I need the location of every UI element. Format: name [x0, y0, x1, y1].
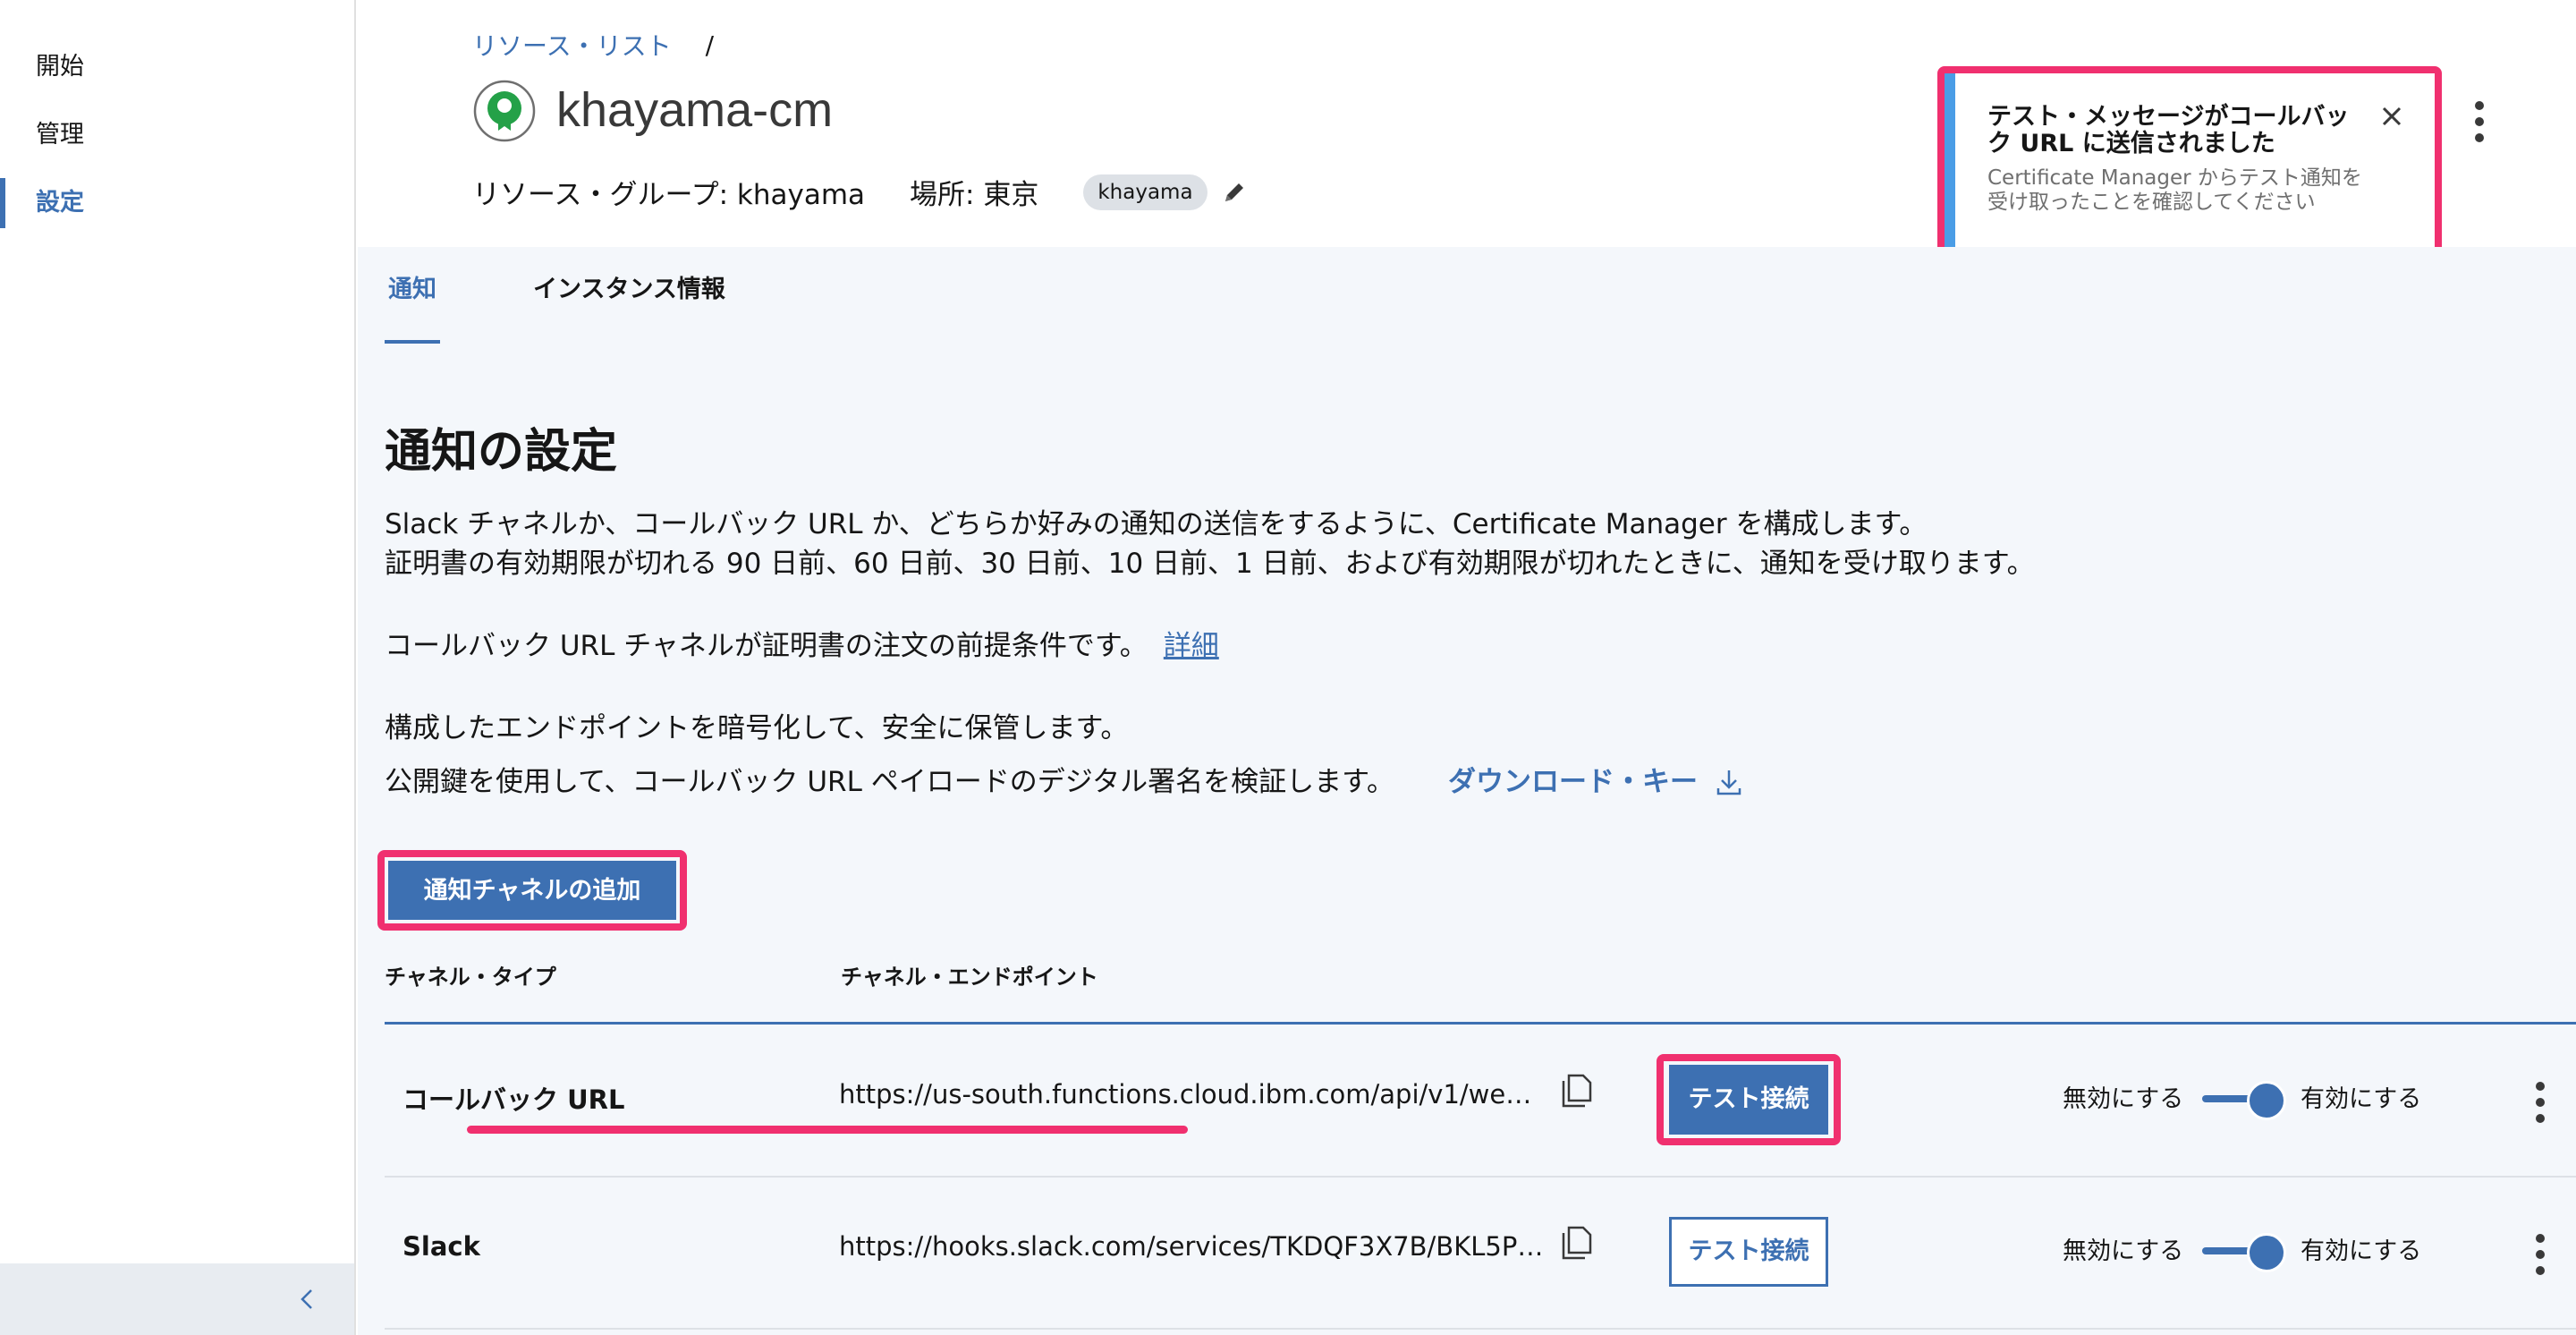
table-header-rule	[385, 1022, 2576, 1025]
callback-prerequisite-text: コールバック URL チャネルが証明書の注文の前提条件です。 詳細	[385, 626, 1219, 666]
details-link[interactable]: 詳細	[1164, 630, 1219, 662]
toast-subtitle: Certificate Manager からテスト通知を受け取ったことを確認して…	[1987, 166, 2362, 214]
section-heading: 通知の設定	[385, 425, 618, 479]
column-header-type: チャネル・タイプ	[385, 965, 556, 990]
table-row-callback: コールバック URL https://us-south.functions.cl…	[385, 1025, 2576, 1178]
tab-bar: 通知 インスタンス情報	[385, 263, 818, 344]
resource-meta: リソース・グループ: khayama 場所: 東京 khayama	[472, 172, 1249, 212]
download-icon	[1716, 770, 1741, 795]
test-connection-button[interactable]: テスト接続	[1669, 1065, 1828, 1135]
enable-label: 有効にする	[2301, 1237, 2422, 1265]
encryption-text: 構成したエンドポイントを暗号化して、安全に保管します。	[385, 712, 1129, 744]
location-label: 場所: 東京	[910, 179, 1039, 211]
channel-type: Slack	[402, 1231, 480, 1262]
public-key-label: 公開鍵を使用して、コールバック URL ペイロードのデジタル署名を検証します。	[385, 766, 1395, 798]
toast-title: テスト・メッセージがコールバック URL に送信されました	[1987, 103, 2350, 157]
public-key-text: 公開鍵を使用して、コールバック URL ペイロードのデジタル署名を検証します。 ダ…	[385, 762, 1744, 802]
tab-instance-info[interactable]: インスタンス情報	[530, 263, 729, 344]
enable-label: 有効にする	[2301, 1085, 2422, 1113]
breadcrumb-resource-list-link[interactable]: リソース・リスト	[472, 27, 672, 63]
enable-toggle[interactable]	[2202, 1233, 2286, 1272]
sidebar-collapse-bar	[0, 1263, 354, 1335]
callback-prerequisite-label: コールバック URL チャネルが証明書の注文の前提条件です。	[385, 630, 1148, 662]
download-key-label: ダウンロード・キー	[1448, 766, 1699, 798]
endpoint-highlight-underline	[467, 1126, 1188, 1134]
description-line-2: 証明書の有効期限が切れる 90 日前、60 日前、30 日前、10 日前、1 日…	[385, 548, 2035, 580]
description-line-1: Slack チャネルか、コールバック URL か、どちらか好みの通知の送信をする…	[385, 508, 1928, 540]
row-overflow-menu-icon[interactable]	[2522, 1229, 2558, 1280]
copy-icon[interactable]	[1560, 1224, 1597, 1262]
chevron-left-icon[interactable]	[293, 1285, 322, 1314]
sidebar-item-start[interactable]: 開始	[0, 42, 354, 92]
add-notification-channel-button[interactable]: 通知チャネルの追加	[388, 861, 676, 920]
breadcrumb-separator: /	[705, 30, 715, 60]
page-title: khayama-cm	[556, 83, 834, 137]
sidebar-item-settings[interactable]: 設定	[0, 178, 354, 228]
toggle-knob	[2247, 1233, 2286, 1272]
test-connection-button[interactable]: テスト接続	[1669, 1217, 1828, 1287]
breadcrumb: リソース・リスト /	[472, 27, 714, 63]
sidebar-item-manage[interactable]: 管理	[0, 110, 354, 160]
overflow-menu-icon[interactable]	[2462, 97, 2497, 147]
channel-type: コールバック URL	[402, 1084, 625, 1115]
toast-notification: テスト・メッセージがコールバック URL に送信されました Certificat…	[1945, 73, 2435, 252]
channel-endpoint: https://hooks.slack.com/services/TKDQF3X…	[839, 1231, 1546, 1262]
table-row-slack: Slack https://hooks.slack.com/services/T…	[385, 1178, 2576, 1330]
close-icon[interactable]	[2379, 104, 2404, 129]
disable-label: 無効にする	[2063, 1085, 2184, 1113]
tab-notifications[interactable]: 通知	[385, 263, 440, 344]
certificate-manager-icon	[473, 80, 536, 142]
main-content: 通知 インスタンス情報 通知の設定 Slack チャネルか、コールバック URL…	[358, 247, 2576, 1335]
column-header-endpoint: チャネル・エンドポイント	[841, 965, 1098, 990]
disable-label: 無効にする	[2063, 1237, 2184, 1265]
sidebar: 開始 管理 設定	[0, 0, 356, 1335]
resource-group-label: リソース・グループ: khayama	[472, 179, 866, 211]
pencil-edit-icon[interactable]	[1220, 178, 1249, 207]
row-overflow-menu-icon[interactable]	[2522, 1077, 2558, 1127]
channel-endpoint: https://us-south.functions.cloud.ibm.com…	[839, 1079, 1546, 1110]
copy-icon[interactable]	[1560, 1072, 1597, 1110]
enable-toggle[interactable]	[2202, 1081, 2286, 1120]
resource-tag: khayama	[1083, 174, 1208, 210]
toggle-knob	[2247, 1081, 2286, 1120]
download-key-link[interactable]: ダウンロード・キー	[1448, 762, 1744, 802]
